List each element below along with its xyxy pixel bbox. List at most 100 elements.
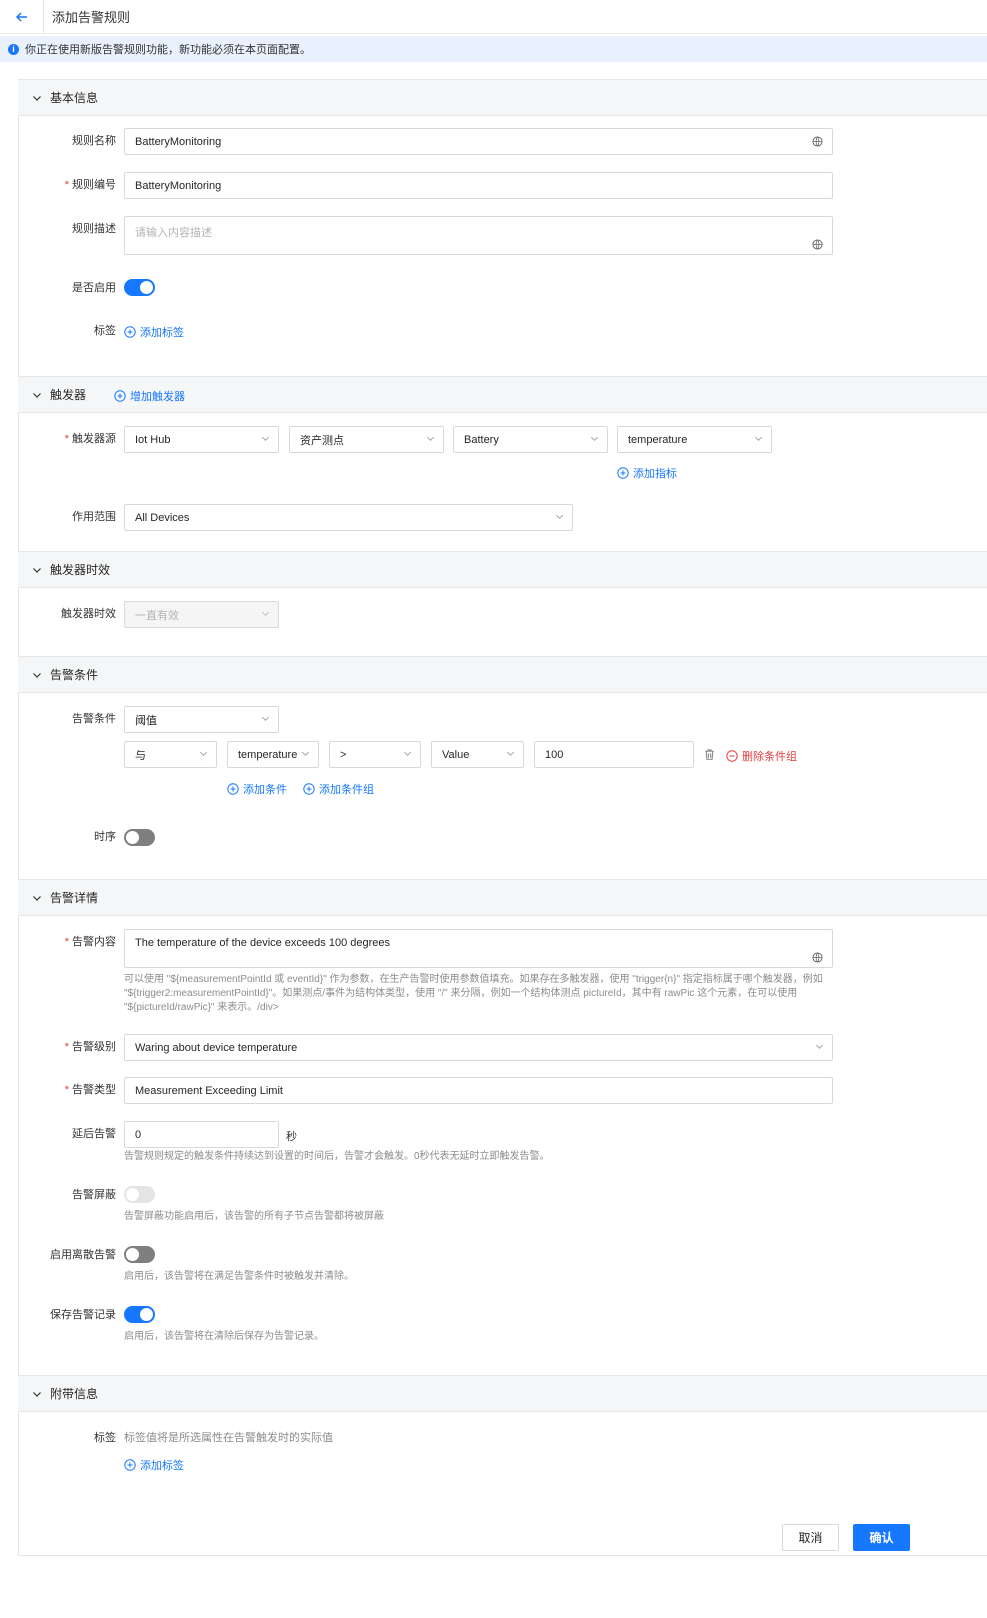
section-condition-header[interactable]: 告警条件 — [18, 656, 987, 693]
logic-select[interactable]: 与 — [124, 741, 217, 768]
globe-icon[interactable] — [812, 952, 823, 963]
add-metric-button[interactable]: 添加指标 — [617, 465, 677, 481]
extra-tags-help: 标签值将是所选属性在告警触发时的实际值 — [124, 1432, 333, 1444]
add-condition-label: 添加条件 — [243, 784, 287, 796]
condition-type-select[interactable]: 阈值 — [124, 706, 279, 733]
chevron-down-icon — [30, 668, 44, 682]
alert-type-input[interactable]: Measurement Exceeding Limit — [124, 1077, 833, 1104]
plus-circle-icon — [124, 1459, 136, 1471]
rule-desc-placeholder: 请输入内容描述 — [135, 227, 212, 239]
discrete-toggle[interactable] — [124, 1246, 155, 1263]
section-basic-header[interactable]: 基本信息 — [18, 79, 987, 116]
banner-text: 你正在使用新版告警规则功能，新功能必须在本页面配置。 — [25, 44, 311, 56]
extra-add-tag-button[interactable]: 添加标签 — [124, 1457, 184, 1473]
delay-input[interactable]: 0 — [124, 1121, 279, 1148]
asset-select[interactable]: Battery — [453, 426, 608, 453]
rule-code-input[interactable]: BatteryMonitoring — [124, 172, 833, 199]
add-tag-label: 添加标签 — [140, 327, 184, 339]
sequence-label: 时序 — [94, 831, 116, 843]
save-record-label: 保存告警记录 — [50, 1309, 116, 1321]
rule-name-value: BatteryMonitoring — [135, 135, 222, 148]
add-metric-label: 添加指标 — [633, 468, 677, 480]
trigger-time-label: 触发器时效 — [61, 608, 116, 620]
value-type-select[interactable]: Value — [431, 741, 524, 768]
add-tag-button[interactable]: 添加标签 — [124, 324, 184, 340]
chevron-down-icon — [427, 436, 434, 441]
arrow-left-icon — [15, 11, 27, 22]
cancel-button[interactable]: 取消 — [782, 1524, 839, 1551]
discrete-help: 启用后，该告警将在满足告警条件时被触发并清除。 — [124, 1271, 354, 1282]
section-title: 基本信息 — [50, 91, 99, 105]
select-value: 与 — [135, 749, 146, 762]
chevron-down-icon — [30, 91, 44, 105]
save-record-toggle[interactable] — [124, 1306, 155, 1323]
trigger-source-select[interactable]: Iot Hub — [124, 426, 279, 453]
delete-condition-group-button[interactable]: 删除条件组 — [726, 748, 797, 764]
section-detail-header[interactable]: 告警详情 — [18, 879, 987, 916]
alert-content-textarea[interactable]: The temperature of the device exceeds 10… — [124, 929, 833, 968]
select-value: > — [340, 748, 347, 761]
condition-field-select[interactable]: temperature — [227, 741, 319, 768]
chevron-down-icon — [755, 436, 762, 441]
select-value: Battery — [464, 433, 499, 446]
globe-icon[interactable] — [812, 136, 823, 147]
select-value: Value — [442, 748, 470, 761]
section-title: 附带信息 — [50, 1387, 99, 1401]
plus-circle-icon — [124, 326, 136, 338]
alert-content-help: 可以使用 "${measurementPointId 或 eventId}" 作… — [124, 974, 823, 1013]
rule-desc-textarea[interactable]: 请输入内容描述 — [124, 216, 833, 255]
mask-label: 告警屏蔽 — [72, 1189, 116, 1201]
alert-level-select[interactable]: Waring about device temperature — [124, 1034, 833, 1061]
chevron-down-icon — [262, 436, 269, 441]
chevron-down-icon — [262, 716, 269, 721]
select-value: 资产测点 — [300, 434, 344, 447]
trigger-source-label: * 触发器源 — [64, 433, 116, 445]
rule-name-input[interactable]: BatteryMonitoring — [124, 128, 833, 155]
threshold-input[interactable]: 100 — [534, 741, 694, 768]
mask-toggle — [124, 1186, 155, 1203]
chevron-down-icon — [30, 563, 44, 577]
chevron-down-icon — [262, 611, 269, 616]
chevron-down-icon — [816, 1044, 823, 1049]
select-value: temperature — [628, 433, 688, 446]
alert-content-label: * 告警内容 — [64, 936, 116, 948]
add-trigger-label: 增加触发器 — [130, 391, 185, 403]
add-group-label: 添加条件组 — [319, 784, 374, 796]
operator-select[interactable]: > — [329, 741, 421, 768]
globe-icon[interactable] — [812, 239, 823, 250]
plus-circle-icon — [303, 783, 315, 795]
scope-select[interactable]: All Devices — [124, 504, 573, 531]
section-title: 告警条件 — [50, 668, 99, 682]
tags-label: 标签 — [94, 325, 116, 337]
plus-circle-icon — [114, 390, 126, 402]
back-button[interactable] — [0, 0, 44, 34]
trash-icon[interactable] — [703, 748, 716, 761]
page-title: 添加告警规则 — [52, 10, 131, 25]
add-condition-button[interactable]: 添加条件 — [227, 781, 287, 797]
add-condition-group-button[interactable]: 添加条件组 — [303, 781, 374, 797]
delay-unit: 秒 — [286, 1131, 297, 1143]
threshold-value: 100 — [545, 748, 564, 761]
rule-name-label: 规则名称 — [72, 135, 116, 147]
rule-code-value: BatteryMonitoring — [135, 179, 222, 192]
chevron-down-icon — [404, 751, 411, 756]
scope-label: 作用范围 — [72, 511, 116, 523]
section-title: 触发器 — [50, 388, 87, 402]
info-icon: i — [8, 43, 19, 55]
sequence-toggle[interactable] — [124, 829, 155, 846]
info-banner: i 你正在使用新版告警规则功能，新功能必须在本页面配置。 — [0, 36, 987, 62]
condition-label: 告警条件 — [72, 713, 116, 725]
select-value: Waring about device temperature — [135, 1041, 298, 1054]
section-extra-header[interactable]: 附带信息 — [18, 1375, 987, 1412]
point-type-select[interactable]: 资产测点 — [289, 426, 444, 453]
metric-select[interactable]: temperature — [617, 426, 772, 453]
alert-level-label: * 告警级别 — [64, 1041, 116, 1053]
section-trigger-time-header[interactable]: 触发器时效 — [18, 551, 987, 588]
plus-circle-icon — [617, 467, 629, 479]
confirm-button[interactable]: 确认 — [853, 1524, 910, 1551]
section-title: 触发器时效 — [50, 563, 111, 577]
enabled-toggle[interactable] — [124, 279, 155, 296]
delay-value: 0 — [135, 1128, 142, 1141]
add-trigger-button[interactable]: 增加触发器 — [114, 388, 185, 404]
extra-add-tag-label: 添加标签 — [140, 1460, 184, 1472]
